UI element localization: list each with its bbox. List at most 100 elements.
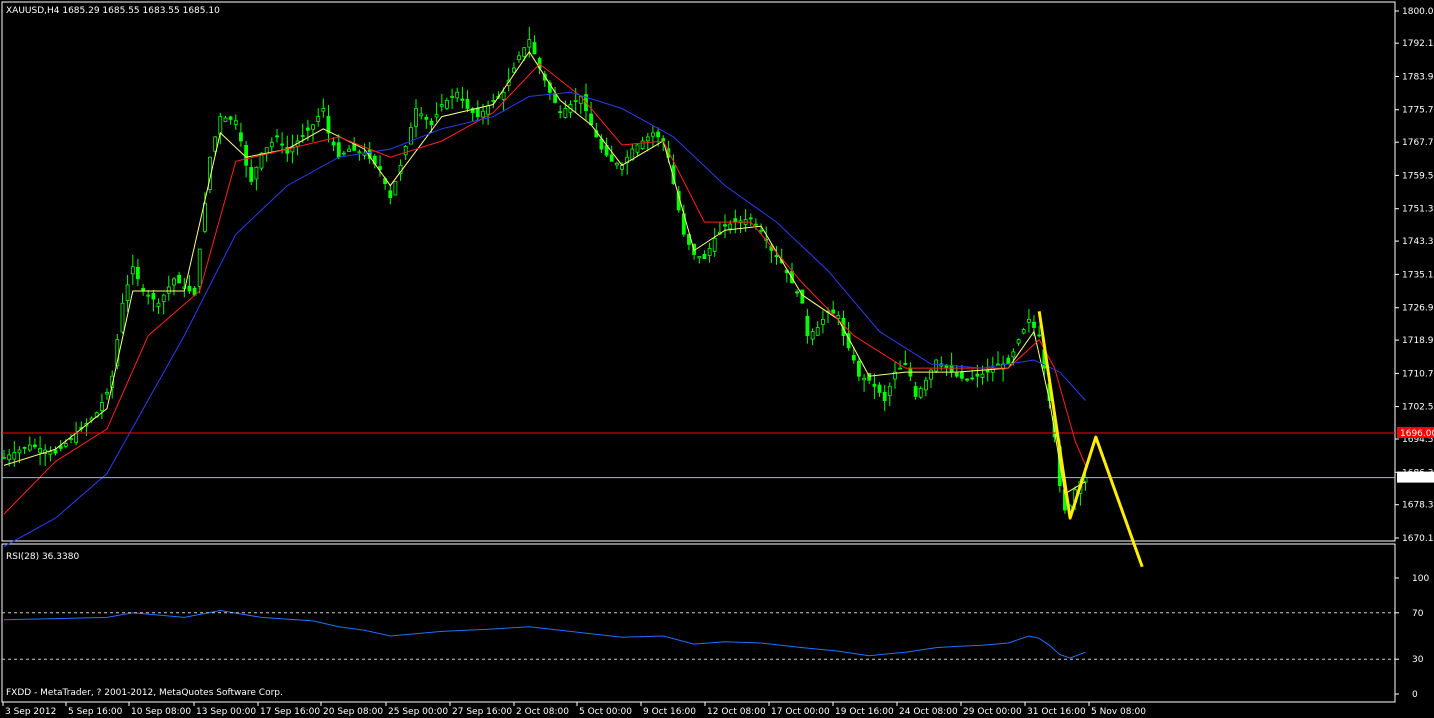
candle-body [563, 108, 568, 118]
symbol-info: XAUUSD,H4 1685.29 1685.55 1683.55 1685.1… [6, 6, 220, 16]
candle-body [975, 373, 980, 377]
time-tick-label: 19 Oct 16:00 [835, 707, 894, 717]
candle-body [635, 144, 640, 153]
candle-body [980, 373, 985, 378]
copyright-text: FXDD - MetaTrader, ? 2001-2012, MetaQuot… [6, 688, 283, 698]
candle-body [156, 302, 161, 307]
candle-body [532, 42, 537, 55]
candle-body [954, 372, 959, 377]
candle-body [862, 377, 866, 381]
candle-body [316, 116, 321, 122]
candle-body [166, 286, 171, 294]
candle-body [280, 143, 285, 146]
price-tick-label: 1751.30 [1402, 205, 1434, 215]
time-tick-label: 10 Sep 08:00 [131, 707, 191, 717]
candle-body [620, 164, 624, 170]
candle-body [38, 447, 42, 454]
candle-body [414, 108, 418, 127]
candle-body [517, 55, 521, 60]
candle-body [172, 278, 176, 286]
candle-body [305, 127, 310, 131]
candle-body [33, 444, 37, 448]
price-tick-label: 1735.10 [1402, 270, 1434, 280]
candle-body [512, 67, 516, 73]
candle-body [1016, 339, 1021, 344]
candle-body [759, 229, 763, 232]
time-tick-label: 3 Sep 2012 [5, 707, 56, 717]
candle-body [615, 162, 619, 166]
candle-body [795, 291, 799, 294]
level-price-badge: 1696.00 [1400, 429, 1434, 439]
candle-body [202, 202, 207, 232]
candle-body [444, 100, 449, 109]
candle-body [702, 253, 707, 259]
price-tick-label: 1743.30 [1402, 237, 1434, 247]
candle-body [748, 217, 753, 220]
candle-body [434, 114, 439, 118]
time-tick-label: 31 Oct 16:00 [1027, 707, 1086, 717]
candle-body [48, 451, 53, 455]
candle-body [805, 315, 810, 337]
candle-body [527, 39, 532, 48]
candle-body [27, 444, 32, 451]
candle-body [151, 292, 156, 300]
price-tick-label: 1718.90 [1402, 336, 1434, 346]
time-tick-label: 13 Sep 00:00 [196, 707, 256, 717]
price-tick-label: 1678.30 [1402, 501, 1434, 511]
price-tick-label: 1726.90 [1402, 304, 1434, 314]
candle-body [300, 135, 305, 138]
candle-body [882, 391, 887, 401]
candle-body [12, 451, 17, 460]
time-tick-label: 12 Oct 08:00 [707, 707, 766, 717]
candle-body [125, 284, 130, 301]
time-tick-label: 5 Sep 16:00 [68, 707, 123, 717]
candle-body [1006, 357, 1011, 365]
candle-body [321, 108, 326, 112]
candle-body [872, 383, 877, 387]
candle-body [100, 402, 104, 412]
candle-body [7, 454, 12, 461]
candle-body [857, 360, 861, 377]
candle-body [501, 91, 506, 100]
candle-body [429, 120, 434, 126]
candle-body [249, 167, 254, 182]
candle-body [336, 142, 341, 158]
candle-body [269, 141, 274, 148]
candle-body [589, 113, 593, 126]
candle-body [244, 144, 249, 166]
candle-body [341, 152, 346, 155]
candle-body [177, 274, 182, 284]
time-tick-label: 5 Oct 00:00 [579, 707, 632, 717]
candle-body [486, 105, 491, 115]
candle-body [197, 248, 202, 287]
time-tick-label: 5 Nov 08:00 [1091, 707, 1146, 717]
candle-body [960, 371, 964, 379]
candle-body [1037, 334, 1042, 337]
price-tick-label: 1670.10 [1402, 534, 1434, 544]
candle-body [53, 449, 58, 454]
candle-body [599, 138, 604, 150]
candle-body [990, 367, 995, 373]
rsi-tick-label: 30 [1412, 655, 1424, 665]
candle-body [821, 318, 825, 325]
candle-body [774, 255, 779, 258]
candle-body [949, 364, 954, 373]
candle-body [723, 224, 727, 227]
price-tick-label: 1792.10 [1402, 39, 1434, 49]
candle-body [2, 456, 6, 459]
candle-body [460, 98, 465, 101]
candle-body [712, 237, 717, 252]
candle-body [1011, 351, 1016, 358]
candle-body [105, 391, 109, 395]
time-tick-label: 24 Oct 08:00 [899, 707, 958, 717]
candle-body [640, 140, 645, 149]
candle-body [800, 289, 805, 304]
time-tick-label: 9 Oct 16:00 [643, 707, 696, 717]
candle-body [903, 362, 908, 365]
time-tick-label: 2 Oct 08:00 [516, 707, 569, 717]
candle-body [810, 331, 815, 340]
price-tick-label: 1800.05 [1402, 7, 1434, 17]
candle-body [754, 223, 758, 226]
trading-chart[interactable]: 1800.05 1792.10 1783.90 1775.70 1767.70 1759.… [0, 0, 1434, 718]
time-tick-label: 20 Sep 08:00 [323, 707, 383, 717]
